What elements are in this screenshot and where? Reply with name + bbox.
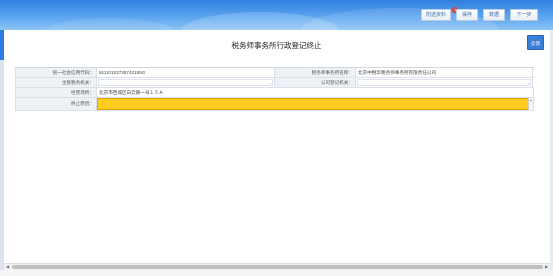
select-box[interactable] <box>357 79 531 86</box>
chevron-down-icon[interactable]: ⌄ <box>269 79 272 86</box>
credit-code-value: 91110102738742185G <box>99 70 146 75</box>
tax-authority-select[interactable]: ⌄ <box>97 78 274 87</box>
page-title: 税务师事务所行政登记终止 <box>231 41 322 50</box>
form-row: 终止原因： ▲ <box>15 98 534 111</box>
next-step-button[interactable]: 下一步 <box>510 9 538 21</box>
credit-code-label: 统一社会信用代码： <box>15 68 97 77</box>
termination-reason-label: 终止原因： <box>15 98 97 110</box>
textarea-scrollbar[interactable]: ▲ <box>528 98 533 110</box>
attach-materials-button[interactable]: 附送资料 <box>421 9 451 21</box>
select-box[interactable] <box>98 79 273 86</box>
scroll-up-icon[interactable]: ▲ <box>529 98 533 103</box>
left-panel-strip <box>0 30 4 270</box>
data-button[interactable]: 数据 <box>483 9 505 21</box>
registration-authority-label: 公司登记机关： <box>274 78 356 87</box>
chevron-down-icon[interactable]: ⌄ <box>527 79 530 86</box>
termination-reason-textarea[interactable] <box>97 98 533 110</box>
termination-reason-field[interactable]: ▲ <box>97 98 534 110</box>
registration-authority-select[interactable]: ⌄ <box>356 78 533 87</box>
form-row: 经营场所： 北京市西城区白云路一号１５Ａ <box>15 88 534 98</box>
scrollbar-thumb[interactable] <box>12 265 543 269</box>
form-row: 统一社会信用代码： 91110102738742185G 税务师事务所名称： 北… <box>15 68 534 78</box>
registration-form: 统一社会信用代码： 91110102738742185G 税务师事务所名称： 北… <box>15 67 534 111</box>
tax-authority-label: 主管税务机关： <box>15 78 97 87</box>
form-row: 主管税务机关： ⌄ 公司登记机关： ⌄ <box>15 78 534 88</box>
header-banner: 附送资料 1 保存 数据 下一步 <box>0 0 553 30</box>
cloud-decoration <box>40 18 180 30</box>
bottom-edge <box>0 270 553 276</box>
firm-name-label: 税务师事务所名称： <box>274 68 356 77</box>
business-address-value: 北京市西城区白云路一号１５Ａ <box>97 88 534 97</box>
feedback-button[interactable]: 反馈 <box>527 35 544 50</box>
save-button[interactable]: 保存 <box>456 9 478 21</box>
firm-name-value: 北京中税华税务师事务所有限责任公司 <box>356 68 533 77</box>
horizontal-scrollbar[interactable]: ◀ ▶ <box>4 263 550 270</box>
business-address-label: 经营场所： <box>15 88 97 97</box>
